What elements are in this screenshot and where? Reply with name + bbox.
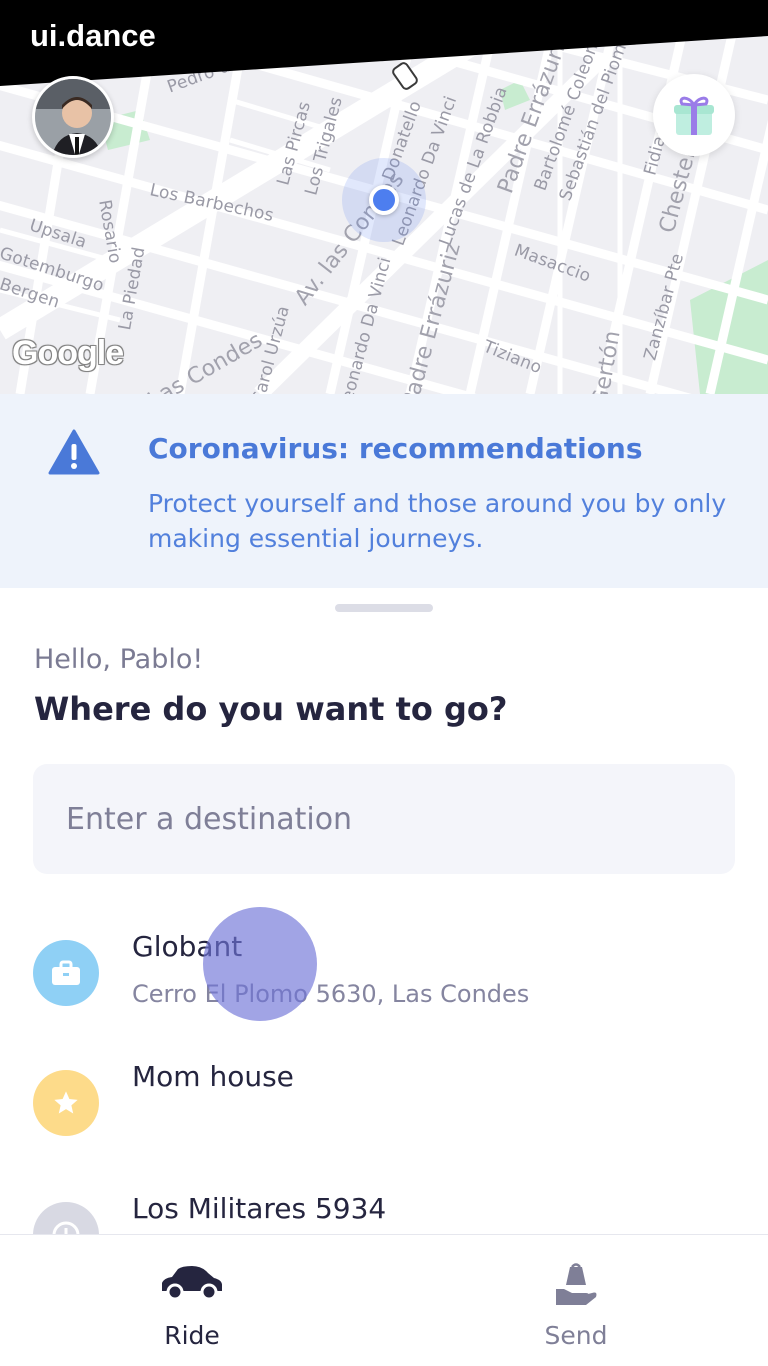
- place-name: Mom house: [132, 1060, 294, 1093]
- tab-label: Ride: [164, 1321, 220, 1350]
- recent-place-item[interactable]: Los Militares 5934: [0, 1170, 768, 1234]
- current-location-icon: [342, 158, 426, 242]
- car-icon: [162, 1266, 222, 1301]
- package-hand-icon: [556, 1263, 597, 1305]
- saved-place-item-mom-house[interactable]: Mom house: [0, 1038, 768, 1148]
- tab-send[interactable]: Send: [384, 1235, 768, 1366]
- tab-label: Send: [544, 1321, 608, 1350]
- place-address: Cerro El Plomo 5630, Las Condes: [132, 980, 530, 1008]
- star-icon: [33, 1070, 99, 1136]
- place-name: Los Militares 5934: [132, 1192, 387, 1225]
- page-title: Where do you want to go?: [34, 690, 508, 728]
- watermark-text: ui.dance: [30, 18, 156, 53]
- briefcase-icon: [33, 940, 99, 1006]
- gift-icon: [674, 96, 714, 135]
- greeting: Hello, Pablo!: [34, 644, 204, 675]
- banner-title: Coronavirus: recommendations: [148, 432, 643, 465]
- sheet-drag-handle[interactable]: [335, 604, 433, 612]
- banner-text: Protect yourself and those around you by…: [148, 489, 727, 553]
- google-logo: Google: [12, 334, 124, 372]
- saved-place-item-globant[interactable]: Globant Cerro El Plomo 5630, Las Condes: [0, 908, 768, 1018]
- destination-search-input[interactable]: [33, 764, 735, 874]
- profile-avatar[interactable]: [32, 76, 114, 158]
- bottom-nav: Ride Send: [0, 1234, 768, 1366]
- touch-indicator: [203, 907, 317, 1021]
- clock-icon: [33, 1202, 99, 1234]
- warning-icon: [48, 429, 100, 475]
- gift-button[interactable]: [653, 74, 735, 156]
- tab-ride[interactable]: Ride: [0, 1235, 384, 1366]
